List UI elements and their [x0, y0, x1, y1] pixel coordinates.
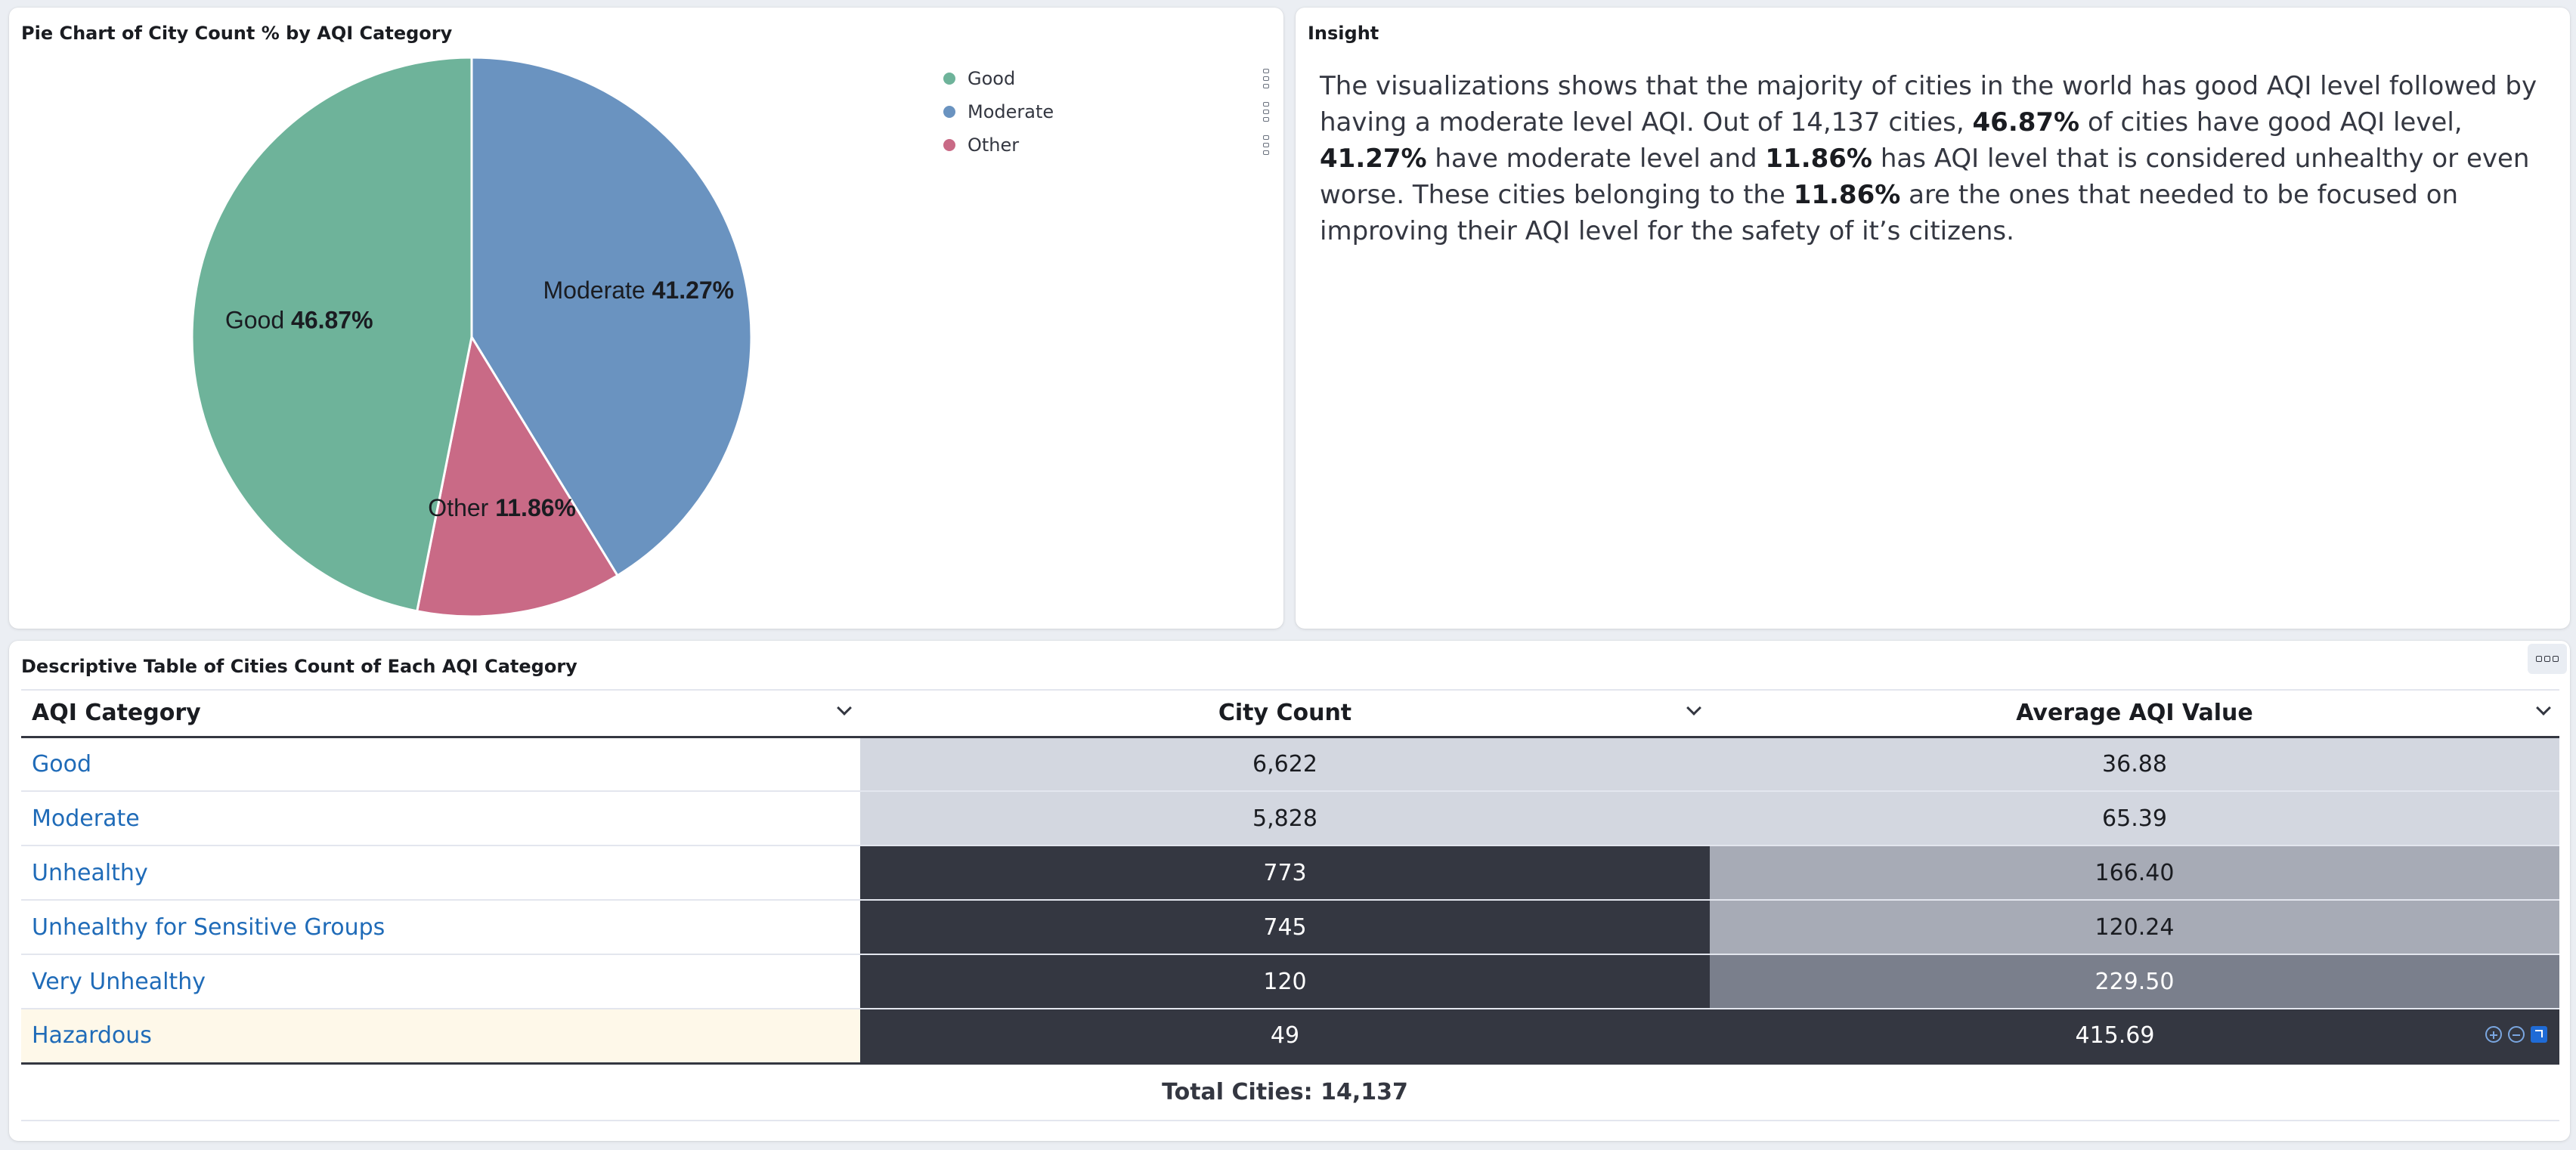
insight-sentence: have moderate level and — [1426, 144, 1766, 174]
legend-item-good[interactable]: Good — [933, 62, 1280, 95]
insight-sentence: of cities have good AQI level, — [2079, 107, 2463, 138]
table-row: Unhealthy 773 166.40 — [21, 845, 2559, 901]
average-aqi-value: 65.39 — [2102, 805, 2167, 832]
city-count-cell[interactable]: 5,828 — [860, 791, 1710, 846]
chevron-down-icon[interactable] — [1686, 700, 1701, 716]
legend-dot-icon — [943, 139, 955, 151]
average-aqi-value: 229.50 — [2095, 968, 2175, 995]
filter-out-value-icon[interactable] — [2508, 1026, 2525, 1043]
city-count-cell[interactable]: 6,622 — [860, 737, 1710, 792]
table-row: Very Unhealthy 120 229.50 — [21, 954, 2559, 1009]
pie-legend: Good Moderate Other — [933, 62, 1280, 162]
category-link[interactable]: Unhealthy — [21, 845, 860, 901]
column-header-average-aqi[interactable]: Average AQI Value — [1710, 689, 2559, 738]
average-aqi-cell[interactable]: 229.50 — [1710, 954, 2559, 1009]
legend-dot-icon — [943, 106, 955, 118]
column-header-aqi-category[interactable]: AQI Category — [21, 689, 860, 738]
average-aqi-cell[interactable]: 166.40 — [1710, 845, 2559, 901]
average-aqi-cell[interactable]: 120.24 — [1710, 900, 2559, 955]
average-aqi-value: 36.88 — [2102, 750, 2167, 777]
average-aqi-value: 415.69 — [2075, 1022, 2155, 1050]
insight-highlight: 11.86% — [1793, 180, 1901, 210]
table-header-row: AQI Category City Count Average AQI Valu… — [21, 689, 2559, 738]
pie-label-other: Other 11.86% — [428, 494, 576, 521]
average-aqi-cell[interactable]: 65.39 — [1710, 791, 2559, 846]
chevron-down-icon[interactable] — [837, 700, 852, 716]
city-count-cell[interactable]: 49 — [860, 1009, 1710, 1064]
aqi-table: AQI Category City Count Average AQI Valu… — [21, 689, 2559, 1121]
city-count-cell[interactable]: 745 — [860, 900, 1710, 955]
pie-slice-good[interactable] — [190, 56, 473, 613]
average-aqi-cell[interactable]: 415.69 — [1710, 1009, 2559, 1064]
table-row: Hazardous 49 415.69 — [21, 1009, 2559, 1064]
table-title: Descriptive Table of Cities Count of Eac… — [21, 656, 577, 677]
average-aqi-value: 120.24 — [2095, 914, 2175, 941]
table-row: Good 6,622 36.88 — [21, 737, 2559, 792]
column-header-city-count[interactable]: City Count — [860, 689, 1710, 738]
options-icon — [2536, 656, 2542, 662]
category-link[interactable]: Very Unhealthy — [21, 954, 860, 1009]
category-link[interactable]: Good — [21, 737, 860, 792]
pie-label-moderate: Moderate 41.27% — [543, 277, 735, 304]
legend-label: Moderate — [968, 101, 1054, 122]
insight-title: Insight — [1308, 23, 1379, 44]
legend-options-icon[interactable] — [1261, 135, 1271, 155]
legend-label: Good — [968, 68, 1016, 89]
chevron-down-icon[interactable] — [2536, 700, 2551, 716]
filter-for-value-icon[interactable] — [2485, 1026, 2502, 1043]
category-link[interactable]: Unhealthy for Sensitive Groups — [21, 900, 860, 955]
legend-options-icon[interactable] — [1261, 102, 1271, 122]
total-cities: Total Cities: 14,137 — [860, 1062, 1710, 1121]
expand-cell-icon[interactable] — [2531, 1026, 2547, 1043]
insight-highlight: 46.87% — [1972, 107, 2080, 138]
table-row: Unhealthy for Sensitive Groups 745 120.24 — [21, 900, 2559, 955]
table-panel: Descriptive Table of Cities Count of Eac… — [9, 641, 2570, 1141]
city-count-cell[interactable]: 120 — [860, 954, 1710, 1009]
legend-item-other[interactable]: Other — [933, 128, 1280, 162]
legend-dot-icon — [943, 73, 955, 85]
category-link[interactable]: Hazardous — [21, 1009, 860, 1064]
pie-label-good: Good 46.87% — [225, 306, 373, 333]
insight-panel: Insight The visualizations shows that th… — [1296, 8, 2570, 629]
average-aqi-cell[interactable]: 36.88 — [1710, 737, 2559, 792]
legend-options-icon[interactable] — [1261, 69, 1271, 88]
legend-label: Other — [968, 134, 1020, 156]
average-aqi-value: 166.40 — [2095, 859, 2175, 886]
legend-item-moderate[interactable]: Moderate — [933, 95, 1280, 128]
insight-text: The visualizations shows that the majori… — [1320, 68, 2556, 249]
table-footer-row: Total Cities: 14,137 — [21, 1062, 2559, 1121]
insight-highlight: 41.27% — [1320, 144, 1427, 174]
table-row: Moderate 5,828 65.39 — [21, 791, 2559, 846]
panel-options-button[interactable] — [2528, 644, 2567, 674]
cell-actions — [2485, 1026, 2547, 1043]
insight-highlight: 11.86% — [1765, 144, 1873, 174]
city-count-cell[interactable]: 773 — [860, 845, 1710, 901]
category-link[interactable]: Moderate — [21, 791, 860, 846]
pie-chart-panel: Pie Chart of City Count % by AQI Categor… — [9, 8, 1283, 629]
